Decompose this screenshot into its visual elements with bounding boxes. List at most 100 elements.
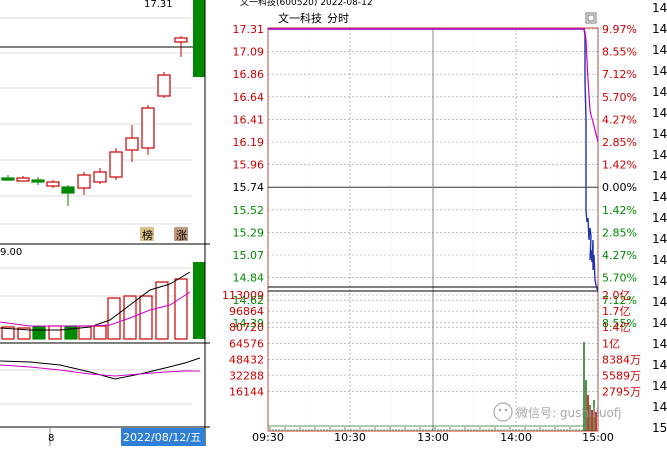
pct-tick: 0.00% — [602, 181, 637, 194]
price-tick: 17.31 — [233, 23, 265, 36]
right-column-value: 15 — [652, 421, 667, 435]
right-column-value: 14 — [652, 190, 667, 204]
volume-amount-tick: 5589万 — [602, 370, 641, 383]
price-tick: 15.29 — [233, 226, 265, 239]
candle — [61, 186, 75, 194]
volume-label: 9.00 — [0, 247, 22, 258]
pct-tick: 9.97% — [602, 23, 637, 36]
date-cursor-text: 2022/08/12/五 — [123, 431, 201, 444]
price-tick: 17.09 — [233, 46, 265, 59]
pct-tick: 5.70% — [602, 272, 637, 285]
limit-bar-top — [193, 0, 205, 77]
pct-tick: 4.27% — [602, 113, 637, 126]
volume-tick: 16144 — [229, 386, 264, 399]
right-column-value: 14 — [652, 127, 667, 141]
watermark: 微信号: gushiliuofj — [493, 402, 621, 422]
price-tick: 16.19 — [233, 136, 265, 149]
price-tick: 16.86 — [233, 68, 265, 81]
badge-rank-text: 榜 — [142, 228, 153, 242]
price-tick: 14.84 — [233, 272, 265, 285]
right-column-value: 14 — [652, 400, 667, 414]
volume-amount-tick: 2.0亿 — [602, 289, 631, 302]
price-tick: 15.96 — [233, 159, 265, 172]
pct-tick: 2.85% — [602, 136, 637, 149]
right-column-value: 14 — [652, 148, 667, 162]
volume-tick: 48432 — [229, 353, 264, 366]
pct-tick: 4.27% — [602, 249, 637, 262]
right-column-value: 14 — [652, 43, 667, 57]
volume-tick: 96864 — [229, 305, 264, 318]
candle — [109, 151, 123, 178]
volume-tick: 64576 — [229, 337, 264, 350]
right-column-value: 14 — [652, 106, 667, 120]
chart-canvas[interactable]: 文一科技(600520) 2022-08-12 17.31 9.00 榜 涨 8… — [0, 0, 667, 446]
volume-tick: 113009 — [222, 289, 264, 302]
volume-bar — [155, 281, 169, 340]
volume-tick: 80720 — [229, 321, 264, 334]
right-column-value: 14 — [652, 64, 667, 78]
watermark-text: 微信号: gushiliuofj — [516, 406, 621, 420]
volume-amount-tick: 2795万 — [602, 386, 641, 399]
intraday-panel[interactable]: 文一科技 分时 17.31 17.09 16.86 16.64 16.41 16.19 15… — [222, 11, 641, 444]
candle — [157, 74, 171, 97]
candle — [93, 171, 107, 183]
candle — [46, 181, 60, 187]
kline-top-price: 17.31 — [144, 0, 173, 10]
pct-tick: 1.42% — [602, 159, 637, 172]
right-column-value: 14 — [652, 232, 667, 246]
right-column-value: 14 — [652, 295, 667, 309]
right-column-value: 14 — [652, 274, 667, 288]
right-column-value: 14 — [652, 85, 667, 99]
candle — [174, 37, 188, 43]
price-tick: 15.74 — [233, 181, 265, 194]
pct-tick: 8.55% — [602, 46, 637, 59]
right-column-value: 14 — [652, 379, 667, 393]
volume-bar — [32, 326, 46, 340]
right-column-value: 14 — [652, 316, 667, 330]
time-grid — [267, 29, 599, 431]
right-column-value: 14 — [652, 211, 667, 225]
volume-bar — [139, 295, 153, 340]
volume-amount-tick: 1.7亿 — [602, 305, 631, 318]
right-column-value: 14 — [652, 22, 667, 36]
pct-tick: 2.85% — [602, 226, 637, 239]
pct-tick: 7.12% — [602, 68, 637, 81]
candle — [141, 107, 155, 149]
volume-bar — [64, 325, 78, 340]
stock-name: 文一科技 — [278, 11, 322, 25]
time-tick: 13:00 — [417, 431, 449, 444]
time-tick: 14:00 — [500, 431, 532, 444]
volume-tick: 32288 — [229, 370, 264, 383]
price-tick: 16.64 — [233, 91, 265, 104]
time-tick: 10:30 — [334, 431, 366, 444]
pct-tick: 5.70% — [602, 91, 637, 104]
stock-chart-screen: 文一科技(600520) 2022-08-12 17.31 9.00 榜 涨 8… — [0, 0, 667, 446]
candle — [16, 177, 30, 182]
right-column-value: 14 — [652, 169, 667, 183]
top-banner-text: 文一科技(600520) 2022-08-12 — [240, 0, 373, 8]
volume-amount-tick: 8384万 — [602, 353, 641, 366]
volume-amount-tick: 1亿 — [602, 337, 620, 350]
wechat-icon — [493, 402, 513, 422]
right-column-value: 14 — [652, 1, 667, 15]
volume-bar-last — [193, 262, 205, 339]
kline-panel[interactable]: 17.31 9.00 榜 涨 8 2022/08/12/五 — [0, 0, 210, 446]
volume-bar — [107, 297, 121, 340]
volume-bar — [48, 325, 62, 340]
time-tick: 09:30 — [252, 431, 284, 444]
candle-series — [1, 36, 188, 206]
time-tick: 15:00 — [582, 431, 614, 444]
price-tick: 16.41 — [233, 113, 265, 126]
volume-amount-tick: 1.4亿 — [602, 321, 631, 334]
right-column-value: 14 — [652, 358, 667, 372]
macd-line-1 — [0, 357, 201, 380]
maximize-button[interactable] — [585, 12, 597, 24]
pct-tick: 1.42% — [602, 204, 637, 217]
candle — [77, 174, 91, 189]
right-column-value: 14 — [652, 253, 667, 267]
price-tick: 15.52 — [233, 204, 265, 217]
candle — [31, 179, 45, 183]
date-tick: 8 — [48, 433, 54, 444]
candle — [1, 177, 15, 181]
badge-limit-up-text: 涨 — [176, 229, 187, 242]
